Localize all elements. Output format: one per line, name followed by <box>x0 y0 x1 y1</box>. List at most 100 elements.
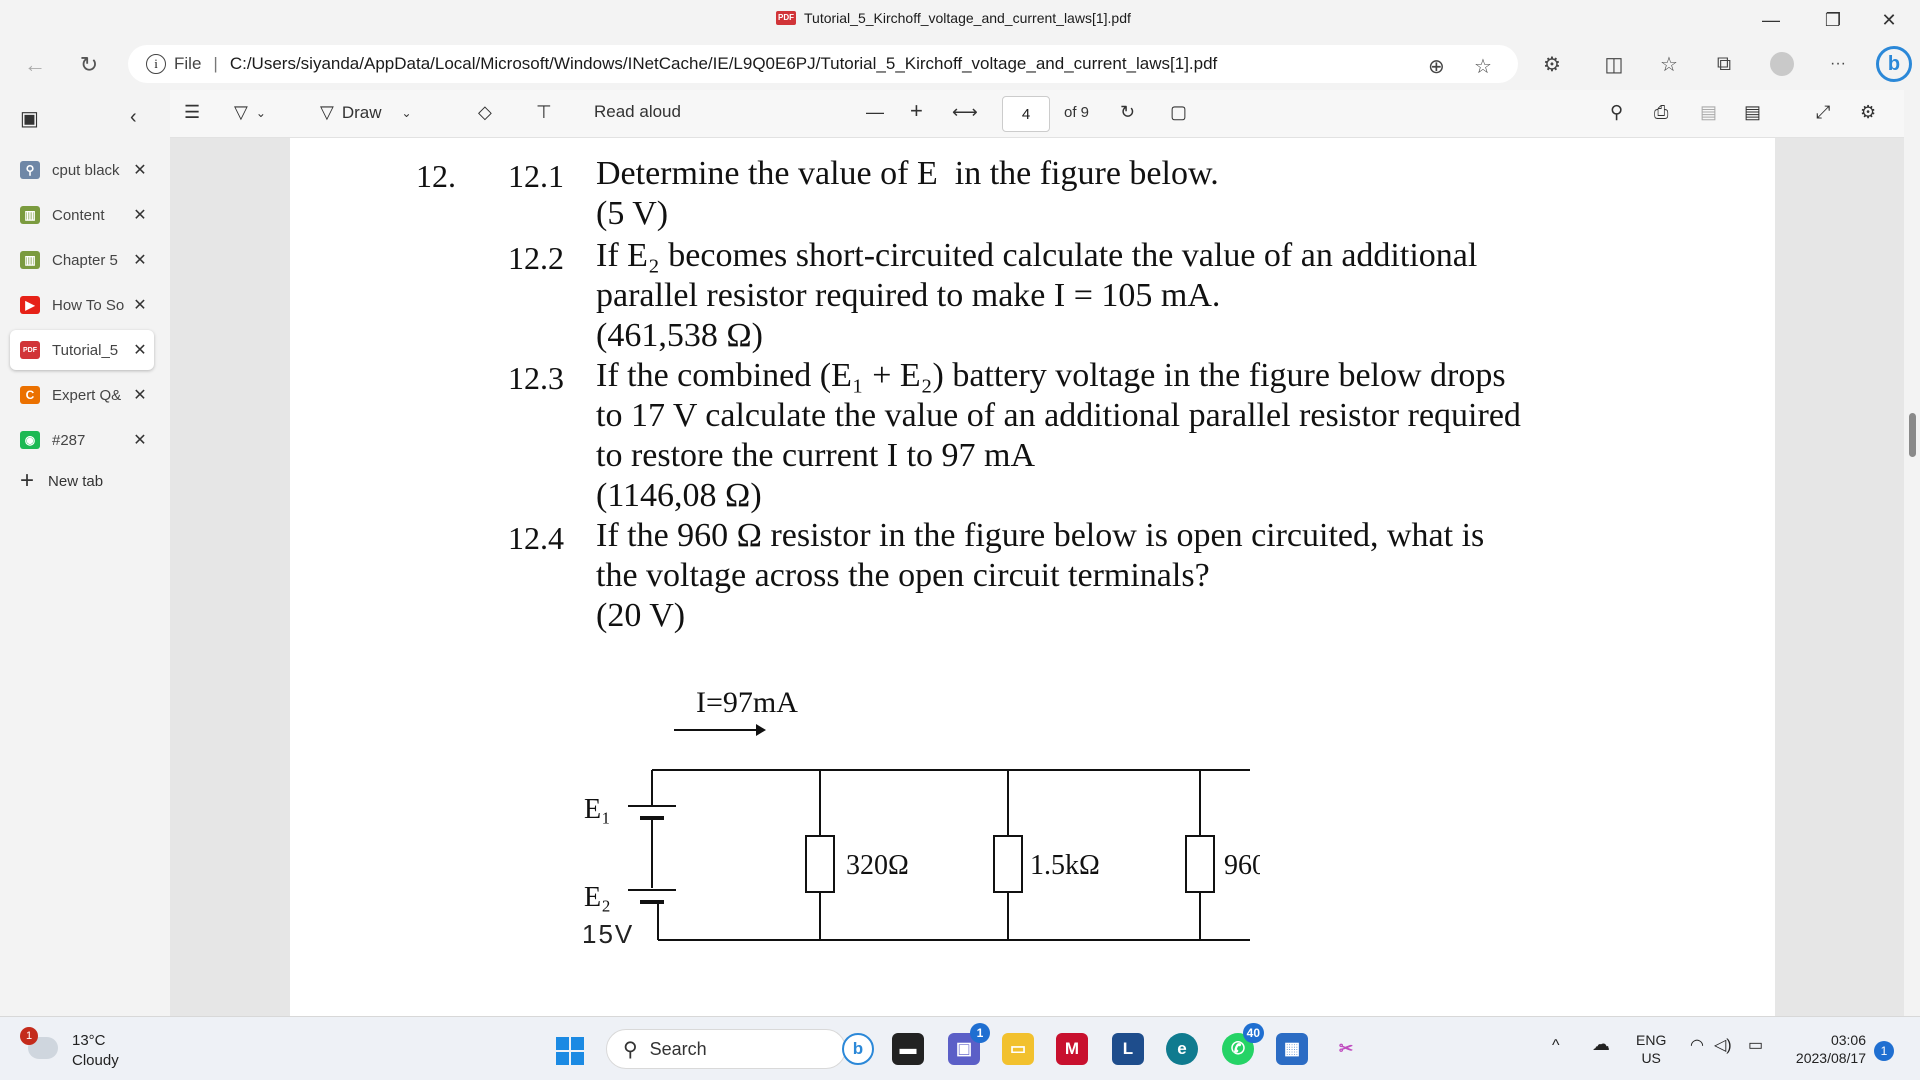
clock[interactable]: 03:06 2023/08/17 <box>1786 1031 1866 1067</box>
add-text-icon[interactable]: ⊤ <box>536 102 552 123</box>
scroll-thumb[interactable] <box>1909 413 1916 457</box>
profile-avatar[interactable] <box>1770 52 1794 76</box>
language-indicator[interactable]: ENG US <box>1636 1031 1666 1067</box>
start-button[interactable] <box>556 1037 584 1065</box>
save-as-icon[interactable]: ▤ <box>1744 102 1761 123</box>
zoom-out-button[interactable]: — <box>866 102 884 123</box>
browser-tab[interactable]: ⚲ cput black ✕ <box>10 150 154 190</box>
browser-tab[interactable]: C Expert Q& ✕ <box>10 375 154 415</box>
browser-tab[interactable]: ◉ #287 ✕ <box>10 420 154 460</box>
taskbar-search[interactable]: ⚲ Search <box>606 1029 846 1069</box>
restore-button[interactable]: ❐ <box>1810 6 1856 34</box>
draw-button[interactable]: ▽ Draw ⌄ <box>320 102 412 123</box>
collapse-panel-icon[interactable]: ‹ <box>130 106 137 129</box>
settings-gear-icon[interactable]: ⚙ <box>1860 102 1876 123</box>
browser-tab[interactable]: ▶ How To So ✕ <box>10 285 154 325</box>
vertical-scrollbar[interactable] <box>1904 90 1920 1016</box>
zoom-icon[interactable]: ⊕ <box>1428 54 1445 79</box>
volume-icon[interactable]: ◁) <box>1714 1037 1732 1055</box>
close-button[interactable]: ✕ <box>1866 6 1912 34</box>
address-bar[interactable]: i File | C:/Users/siyanda/AppData/Local/… <box>128 45 1518 83</box>
bing-app-icon[interactable]: b <box>842 1033 874 1065</box>
tab-actions-icon[interactable]: ▣ <box>20 106 39 131</box>
info-icon[interactable]: i <box>146 54 166 74</box>
highlight-icon[interactable]: ▽ ⌄ <box>234 102 266 123</box>
page-number-input[interactable]: 4 <box>1002 96 1050 132</box>
refresh-button[interactable]: ↻ <box>72 48 106 82</box>
rotate-icon[interactable]: ↻ <box>1120 102 1135 123</box>
browser-tab[interactable]: ▥ Content ✕ <box>10 195 154 235</box>
fullscreen-icon[interactable]: ⤢ <box>1816 102 1830 123</box>
new-tab-button[interactable]: + New tab <box>20 467 103 494</box>
save-icon[interactable]: ▤ <box>1700 102 1717 123</box>
browser-tab[interactable]: PDF Tutorial_5 ✕ <box>10 330 154 370</box>
learning-app-icon[interactable]: L <box>1112 1033 1144 1065</box>
page-view-icon[interactable]: ▢ <box>1170 102 1187 123</box>
close-tab-icon[interactable]: ✕ <box>130 340 150 360</box>
show-hidden-icons-chevron-up-icon[interactable]: ^ <box>1552 1037 1560 1055</box>
e2-label: E₂ <box>584 882 611 913</box>
e1-label: E₁ <box>584 794 611 825</box>
browser-tab[interactable]: ▥ Chapter 5 ✕ <box>10 240 154 280</box>
whatsapp-app-icon[interactable]: ✆ 40 <box>1222 1023 1264 1065</box>
split-screen-icon[interactable]: ◫ <box>1600 50 1628 78</box>
close-tab-icon[interactable]: ✕ <box>130 160 150 180</box>
bing-copilot-icon[interactable]: b <box>1876 46 1912 82</box>
clock-date: 2023/08/17 <box>1795 1050 1866 1066</box>
sub-question-number: 12.2 <box>508 240 564 276</box>
weather-badge: 1 <box>20 1027 38 1045</box>
calendar-app-icon[interactable]: ▦ <box>1276 1033 1308 1065</box>
r1-resistor <box>805 835 835 893</box>
plus-icon: + <box>20 467 35 494</box>
question-text-line: (461,538 Ω) <box>596 317 763 354</box>
tab-label: Tutorial_5 <box>52 341 119 359</box>
minimize-button[interactable]: — <box>1748 6 1794 34</box>
close-tab-icon[interactable]: ✕ <box>130 250 150 270</box>
pdf-viewer[interactable]: 12. 12.1 Determine the value of E in the … <box>170 138 1904 1016</box>
window-title: PDF Tutorial_5_Kirchoff_voltage_and_curr… <box>776 10 1131 26</box>
more-options-icon[interactable]: ··· <box>1824 50 1852 78</box>
back-button[interactable]: ← <box>18 48 52 82</box>
favorite-star-icon[interactable]: ☆ <box>1474 54 1492 79</box>
read-aloud-button[interactable]: Read aloud <box>594 102 681 122</box>
windows-logo-pane <box>571 1052 584 1065</box>
close-tab-icon[interactable]: ✕ <box>130 385 150 405</box>
windows-logo-pane <box>556 1037 569 1050</box>
print-icon[interactable]: ⎙ <box>1654 102 1668 123</box>
question-text-line: to 17 V calculate the value of an additi… <box>596 397 1521 434</box>
battery-icon[interactable]: ▭ <box>1748 1037 1763 1055</box>
current-label: I=97mA <box>696 686 798 719</box>
erase-icon[interactable]: ◇ <box>478 102 492 123</box>
contents-icon[interactable]: ☰ <box>184 102 200 123</box>
file-explorer-icon[interactable]: ▭ <box>1002 1033 1034 1065</box>
page-total-label: of 9 <box>1064 104 1090 121</box>
chevron-down-icon: ⌄ <box>255 105 266 120</box>
address-separator: | <box>213 54 218 73</box>
fit-to-width-icon[interactable]: ⟷ <box>952 102 978 123</box>
wifi-icon[interactable]: ◠ <box>1690 1037 1704 1055</box>
edge-browser-icon[interactable]: e <box>1166 1033 1198 1065</box>
snipping-tool-icon[interactable]: ✂ <box>1330 1033 1362 1065</box>
favorites-icon[interactable]: ☆ <box>1655 50 1683 78</box>
close-tab-icon[interactable]: ✕ <box>130 295 150 315</box>
tab-label: cput black <box>52 161 120 179</box>
youtube-icon: ▶ <box>20 296 40 314</box>
weather-widget[interactable]: 1 13°C Cloudy <box>20 1027 119 1071</box>
url-text[interactable]: C:/Users/siyanda/AppData/Local/Microsoft… <box>230 54 1217 74</box>
notification-center-badge[interactable]: 1 <box>1874 1041 1894 1061</box>
terminal-app-icon[interactable]: ▬ <box>892 1033 924 1065</box>
mcafee-app-icon[interactable]: M <box>1056 1033 1088 1065</box>
close-tab-icon[interactable]: ✕ <box>130 205 150 225</box>
address-row: ← ↻ i File | C:/Users/siyanda/AppData/Lo… <box>0 40 1920 90</box>
tab-label: Expert Q& <box>52 386 122 404</box>
search-icon[interactable]: ⚲ <box>1610 102 1623 123</box>
sub-question-number: 12.4 <box>508 520 564 556</box>
zoom-in-button[interactable]: + <box>910 98 923 124</box>
onedrive-cloud-icon[interactable]: ☁ <box>1592 1035 1610 1053</box>
teams-app-icon[interactable]: ▣ 1 <box>948 1023 990 1065</box>
extensions-icon[interactable]: ⚙ <box>1538 50 1566 78</box>
windows-logo-pane <box>571 1037 584 1050</box>
close-tab-icon[interactable]: ✕ <box>130 430 150 450</box>
read-aloud-label: Read aloud <box>594 102 681 121</box>
collections-icon[interactable]: ⧉ <box>1710 50 1738 78</box>
